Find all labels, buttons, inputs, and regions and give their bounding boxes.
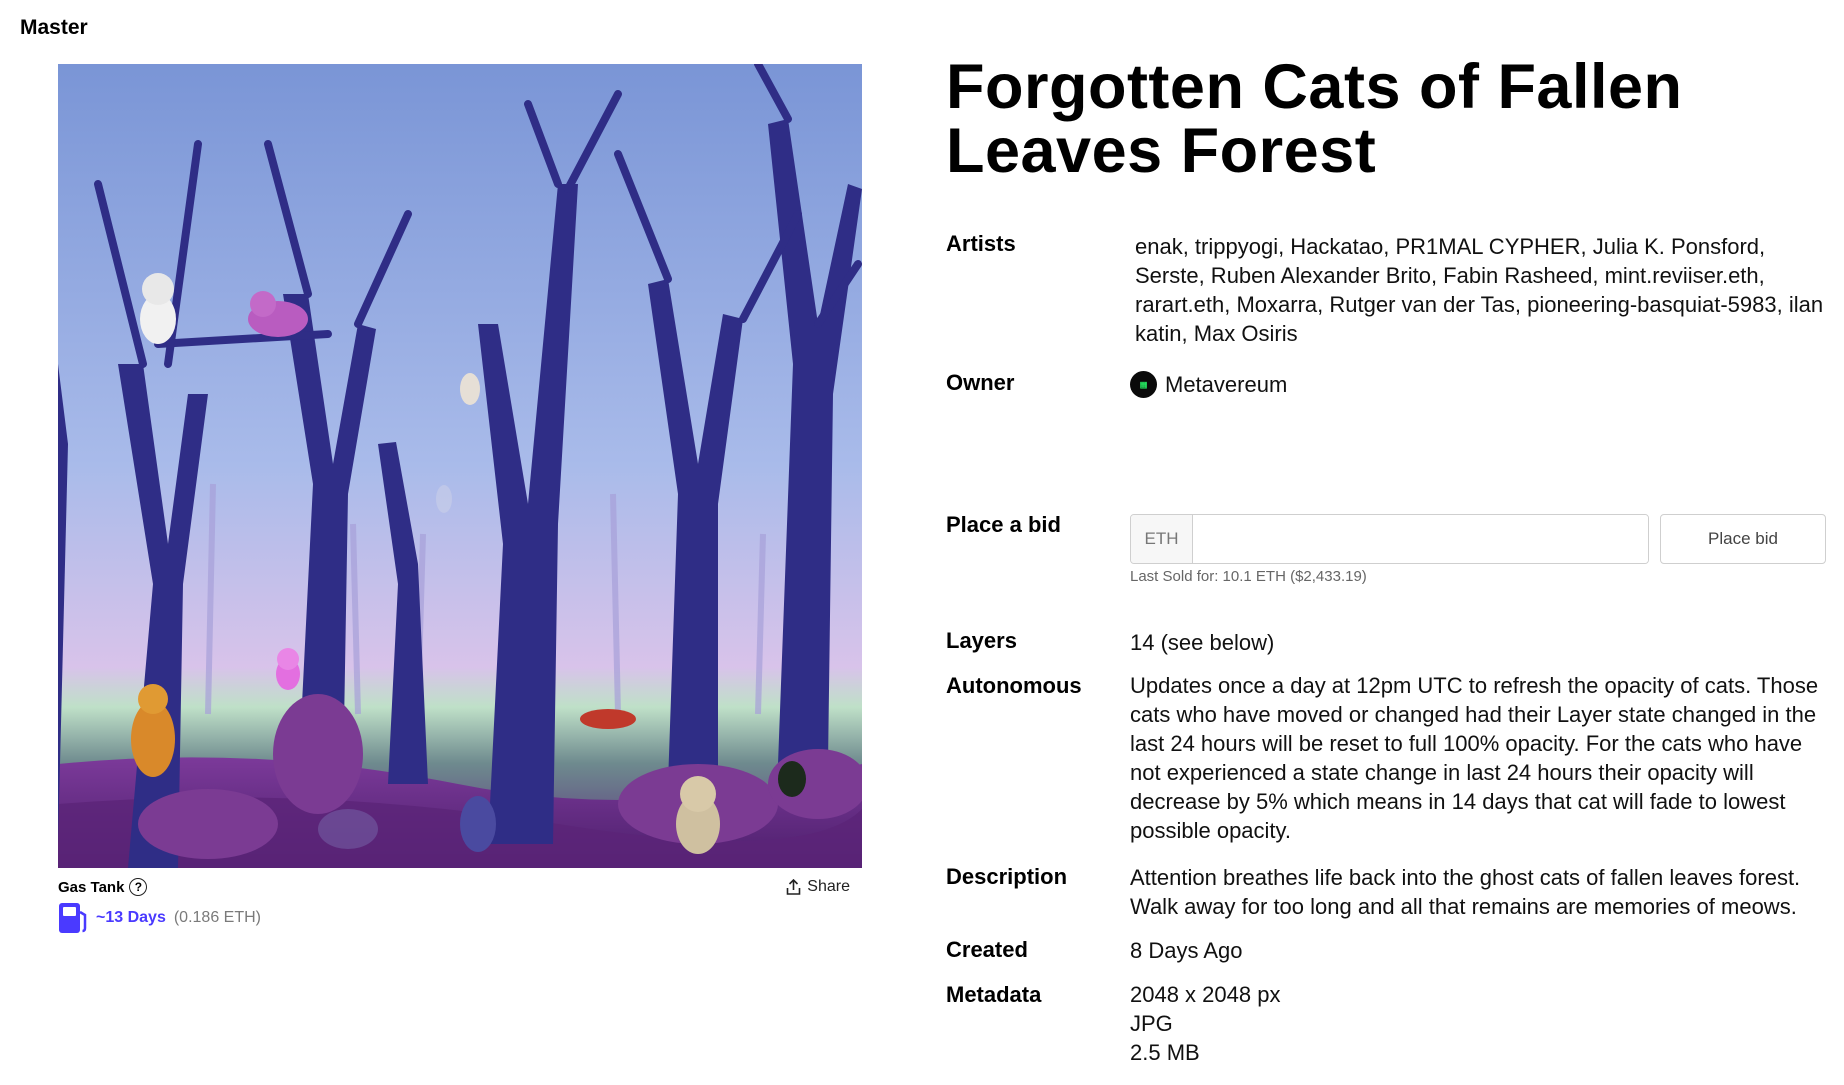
- artwork-image[interactable]: [58, 64, 862, 868]
- owner-value[interactable]: ▦ Metavereum: [1130, 370, 1287, 399]
- help-icon[interactable]: ?: [129, 878, 148, 896]
- autonomous-label: Autonomous: [946, 673, 1082, 698]
- bid-input[interactable]: [1193, 515, 1648, 563]
- metadata-dimensions: 2048 x 2048 px: [1130, 982, 1281, 1007]
- gas-tank-label: Gas Tank: [58, 878, 125, 896]
- bid-field: ETH: [1130, 514, 1649, 564]
- metadata-value: 2048 x 2048 px JPG 2.5 MB: [1130, 980, 1280, 1067]
- bid-currency-prefix: ETH: [1131, 515, 1193, 563]
- owner-label: Owner: [946, 370, 1015, 395]
- layers-label: Layers: [946, 628, 1017, 653]
- metadata-label: Metadata: [946, 982, 1042, 1007]
- gas-pump-icon: [59, 903, 87, 933]
- description-label: Description: [946, 864, 1068, 889]
- gas-tank-title: Gas Tank ?: [58, 878, 148, 896]
- autonomous-value: Updates once a day at 12pm UTC to refres…: [1130, 673, 1819, 843]
- owner-avatar: ▦: [1130, 371, 1157, 398]
- created-label: Created: [946, 937, 1028, 962]
- place-bid-button[interactable]: Place bid: [1660, 514, 1826, 564]
- last-sold-text: Last Sold for: 10.1 ETH ($2,433.19): [1130, 568, 1367, 585]
- artists-value: enak, trippyogi, Hackatao, PR1MAL CYPHER…: [1135, 234, 1824, 346]
- artwork-illustration: [58, 64, 862, 868]
- gas-tank-days: ~13 Days: [96, 909, 166, 926]
- share-label: Share: [807, 878, 850, 895]
- gas-tank-row: Gas Tank ? Share: [58, 875, 862, 899]
- page: Master Gas Tank ? Share ~13 Days (0.186 …: [0, 0, 1844, 1085]
- place-bid-label: Place a bid: [946, 512, 1061, 537]
- created-value: 8 Days Ago: [1130, 938, 1243, 963]
- metadata-format: JPG: [1130, 1011, 1173, 1036]
- master-label: Master: [20, 16, 88, 39]
- gas-tank-eth: (0.186 ETH): [173, 909, 261, 926]
- share-button[interactable]: Share: [786, 878, 850, 896]
- artists-label: Artists: [946, 231, 1016, 256]
- owner-name: Metavereum: [1165, 372, 1288, 397]
- artwork-title: Forgotten Cats of Fallen Leaves Forest: [946, 52, 1683, 186]
- layers-value: 14 (see below): [1130, 630, 1275, 655]
- gas-tank-info: ~13 Days (0.186 ETH): [58, 902, 261, 934]
- metadata-size: 2.5 MB: [1130, 1040, 1200, 1065]
- description-value: Attention breathes life back into the gh…: [1130, 865, 1801, 919]
- share-icon: [786, 879, 801, 895]
